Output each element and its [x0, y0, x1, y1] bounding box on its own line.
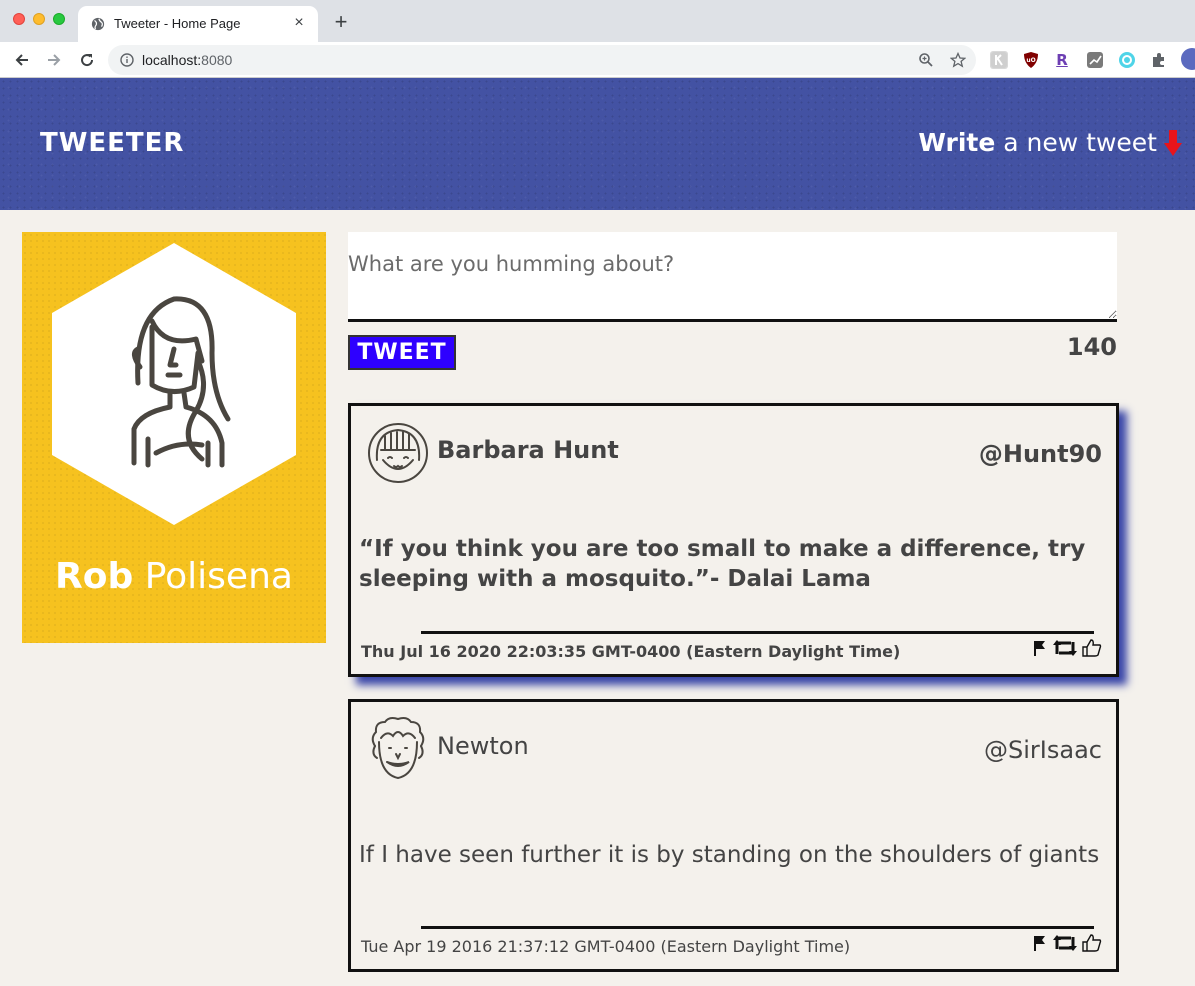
arrow-down-icon [1164, 129, 1182, 156]
info-icon[interactable] [120, 53, 134, 67]
tweet-card: Newton @SirIsaac If I have seen further … [348, 699, 1119, 972]
flag-icon[interactable] [1032, 639, 1048, 657]
tweet-timestamp: Tue Apr 19 2016 21:37:12 GMT-0400 (Easte… [361, 937, 851, 956]
tweet-author-handle: @Hunt90 [978, 440, 1102, 468]
zoom-icon[interactable] [918, 52, 934, 68]
tab-strip: Tweeter - Home Page × + [0, 0, 1195, 42]
url-host: localhost: [142, 52, 202, 68]
tweet-compose-input[interactable] [348, 232, 1117, 322]
user-avatar-icon [52, 243, 296, 525]
url-text: localhost:8080 [142, 52, 232, 68]
compose-link-bold: Write [918, 128, 996, 157]
shield-extension-icon[interactable]: uO [1022, 51, 1040, 69]
browser-tab[interactable]: Tweeter - Home Page × [78, 6, 318, 42]
flag-icon[interactable] [1032, 934, 1048, 952]
svg-text:uO: uO [1026, 57, 1035, 64]
write-new-tweet-link[interactable]: Write a new tweet [918, 128, 1183, 157]
forward-button[interactable] [42, 48, 66, 72]
curly-hair-avatar-icon [371, 717, 425, 780]
tweet-actions [1032, 639, 1102, 657]
tweet-body: “If you think you are too small to make … [359, 536, 1086, 592]
browser-toolbar: localhost:8080 uO R [0, 42, 1195, 78]
like-thumbs-up-icon[interactable] [1082, 934, 1102, 952]
reload-icon [81, 54, 94, 67]
tweet-author-handle: @SirIsaac [984, 736, 1102, 764]
tweet-actions [1032, 934, 1102, 952]
profile-avatar-icon[interactable] [1181, 48, 1195, 70]
tweet-divider [421, 926, 1094, 929]
retweet-icon[interactable] [1052, 934, 1078, 952]
site-logo[interactable]: TWEETER [40, 128, 184, 158]
extension-smiley-icon[interactable] [1118, 51, 1136, 69]
tab-close-button[interactable]: × [290, 14, 308, 32]
tweet-author-name: Barbara Hunt [437, 436, 619, 464]
browser-chrome: Tweeter - Home Page × + localhost:8080 u… [0, 0, 1195, 78]
tweet-submit-button[interactable]: TWEET [348, 335, 456, 370]
character-counter: 140 [1066, 333, 1117, 361]
maximize-window-button[interactable] [53, 13, 65, 25]
close-window-button[interactable] [13, 13, 25, 25]
r-extension-icon[interactable]: R [1053, 51, 1071, 69]
address-bar[interactable]: localhost:8080 [108, 45, 976, 75]
tab-title: Tweeter - Home Page [114, 16, 241, 31]
site-header: TWEETER Write a new tweet [0, 78, 1195, 210]
compose-link-text: Write a new tweet [918, 128, 1157, 157]
like-thumbs-up-icon[interactable] [1082, 639, 1102, 657]
star-icon[interactable] [950, 52, 966, 68]
back-button[interactable] [10, 48, 34, 72]
puzzle-extensions-icon[interactable] [1150, 51, 1168, 69]
extension-1-icon[interactable] [990, 51, 1008, 69]
tweet-card: Barbara Hunt @Hunt90 “If you think you a… [348, 403, 1119, 677]
globe-icon [91, 17, 105, 31]
back-arrow-icon [15, 54, 28, 66]
extension-chart-icon[interactable] [1086, 51, 1104, 69]
tweet-divider [421, 631, 1094, 634]
profile-first-name: Rob [55, 556, 134, 597]
forward-arrow-icon [48, 54, 61, 66]
profile-card: Rob Polisena [22, 232, 326, 643]
compose-link-rest: a new tweet [995, 128, 1157, 157]
tweet-author-name: Newton [437, 732, 529, 760]
girl-avatar-icon [368, 423, 428, 483]
minimize-window-button[interactable] [33, 13, 45, 25]
url-port: 8080 [201, 52, 233, 68]
new-tab-button[interactable]: + [330, 11, 352, 33]
retweet-icon[interactable] [1052, 639, 1078, 657]
profile-last-name: Polisena [133, 556, 293, 597]
tweet-timestamp: Thu Jul 16 2020 22:03:35 GMT-0400 (Easte… [361, 642, 901, 661]
profile-name: Rob Polisena [22, 556, 326, 597]
reload-button[interactable] [75, 48, 99, 72]
tweet-body: If I have seen further it is by standing… [359, 842, 1100, 868]
